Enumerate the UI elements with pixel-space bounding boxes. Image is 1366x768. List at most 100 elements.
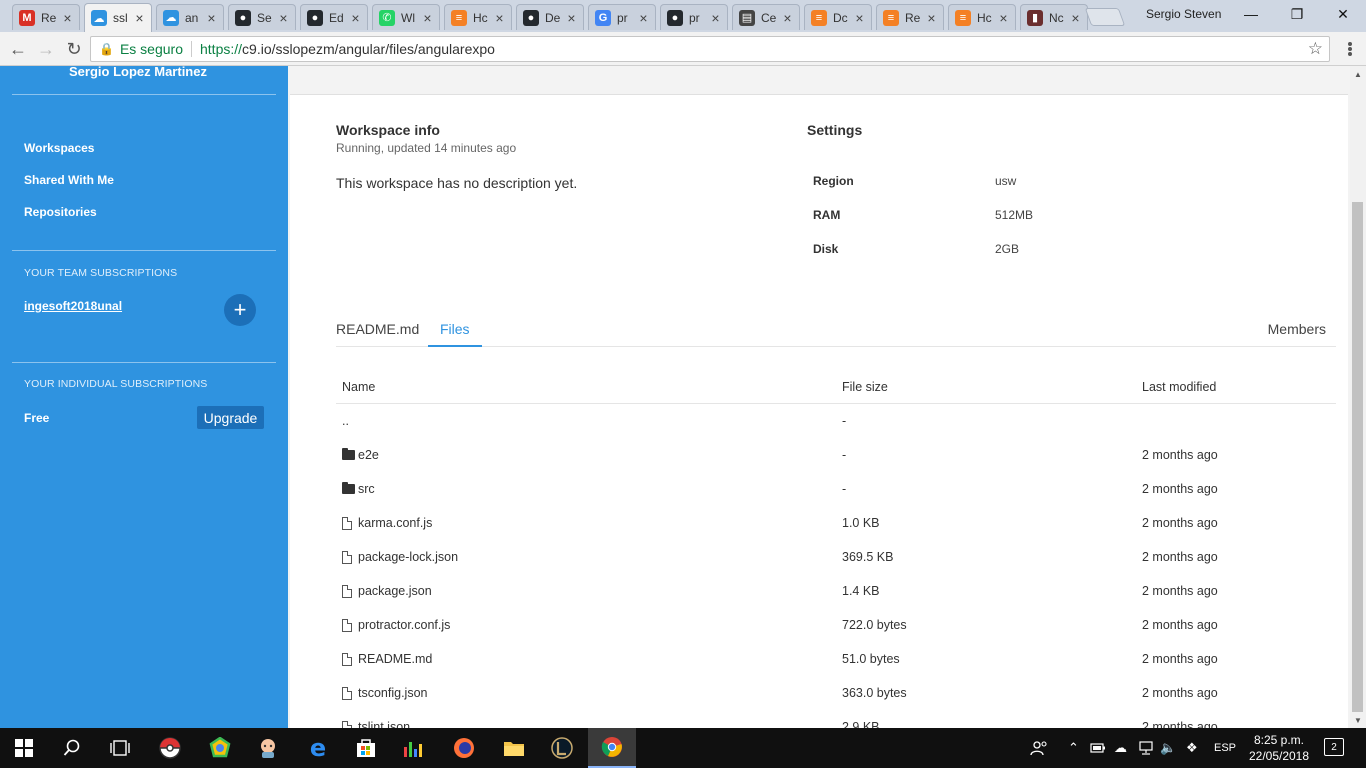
table-row[interactable]: package.json 1.4 KB 2 months ago — [336, 574, 1336, 608]
file-name-cell[interactable]: e2e — [342, 447, 379, 462]
tab-members[interactable]: Members — [1268, 321, 1326, 337]
bookmark-star-icon[interactable]: ☆ — [1308, 39, 1323, 59]
windows-start-icon[interactable] — [0, 728, 48, 768]
pokeball-app-icon[interactable] — [146, 728, 194, 768]
browser-tab[interactable]: ≡ Hc × — [444, 4, 512, 30]
league-of-legends-icon[interactable] — [538, 728, 586, 768]
sidebar-item-repositories[interactable]: Repositories — [24, 205, 97, 219]
team-link[interactable]: ingesoft2018unal — [24, 299, 122, 313]
file-link[interactable]: protractor.conf.js — [358, 618, 450, 632]
scrollbar-thumb[interactable] — [1352, 202, 1363, 712]
file-link[interactable]: package-lock.json — [358, 550, 458, 564]
file-name-cell[interactable]: karma.conf.js — [342, 516, 432, 530]
file-link[interactable]: src — [358, 482, 375, 496]
scroll-up-arrow-icon[interactable]: ▲ — [1350, 66, 1366, 82]
forward-icon[interactable]: → — [34, 37, 58, 61]
people-icon[interactable] — [1030, 728, 1048, 768]
browser-tab[interactable]: ● De × — [516, 4, 584, 30]
file-name-cell[interactable]: README.md — [342, 652, 432, 666]
browser-tab[interactable]: ▮ Nc × — [1020, 4, 1088, 30]
table-row[interactable]: tslint.json 2.9 KB 2 months ago — [336, 710, 1336, 728]
close-tab-icon[interactable]: × — [494, 10, 505, 26]
scroll-down-arrow-icon[interactable]: ▼ — [1350, 712, 1366, 728]
close-tab-icon[interactable]: × — [422, 10, 433, 26]
browser-tab[interactable]: ▤ Ce × — [732, 4, 800, 30]
table-row[interactable]: .. - — [336, 404, 1336, 438]
browser-tab[interactable]: ☁ an × — [156, 4, 224, 30]
table-row[interactable]: tsconfig.json 363.0 bytes 2 months ago — [336, 676, 1336, 710]
browser-tab[interactable]: ✆ Wl × — [372, 4, 440, 30]
input-language[interactable]: ESP — [1214, 728, 1236, 768]
system-clock[interactable]: 8:25 p.m. 22/05/2018 — [1246, 732, 1312, 764]
file-link[interactable]: e2e — [358, 448, 379, 462]
chrome-icon[interactable] — [588, 728, 636, 768]
close-tab-icon[interactable]: × — [854, 10, 865, 26]
color-wheel-app-icon[interactable] — [196, 728, 244, 768]
file-name-cell[interactable]: tsconfig.json — [342, 686, 427, 700]
browser-tab[interactable]: ≡ Dc × — [804, 4, 872, 30]
add-team-button[interactable]: + — [224, 294, 256, 326]
file-explorer-icon[interactable] — [490, 728, 538, 768]
browser-tab[interactable]: ● Ed × — [300, 4, 368, 30]
file-link[interactable]: README.md — [358, 652, 432, 666]
table-row[interactable]: package-lock.json 369.5 KB 2 months ago — [336, 540, 1336, 574]
column-header-name[interactable]: Name — [342, 380, 375, 394]
battery-icon[interactable] — [1090, 728, 1106, 768]
browser-tab[interactable]: ☁ ssl × — [84, 3, 152, 32]
browser-tab[interactable]: ≡ Re × — [876, 4, 944, 30]
edge-browser-icon[interactable]: e — [294, 728, 342, 768]
network-icon[interactable] — [1138, 728, 1154, 768]
equalizer-app-icon[interactable] — [390, 728, 438, 768]
close-tab-icon[interactable]: × — [1070, 10, 1081, 26]
file-link[interactable]: tsconfig.json — [358, 686, 427, 700]
new-tab-button[interactable] — [1084, 8, 1126, 26]
close-tab-icon[interactable]: × — [926, 10, 937, 26]
sidebar-item-workspaces[interactable]: Workspaces — [24, 141, 94, 155]
browser-tab[interactable]: ● pr × — [660, 4, 728, 30]
reload-icon[interactable]: ↻ — [62, 37, 86, 61]
action-center-icon[interactable]: 2 — [1324, 738, 1344, 756]
close-tab-icon[interactable]: × — [206, 10, 217, 26]
restore-icon[interactable]: ❐ — [1274, 0, 1320, 28]
close-tab-icon[interactable]: × — [710, 10, 721, 26]
close-tab-icon[interactable]: × — [134, 10, 145, 26]
file-link[interactable]: package.json — [358, 584, 432, 598]
table-row[interactable]: e2e - 2 months ago — [336, 438, 1336, 472]
store-icon[interactable] — [342, 728, 390, 768]
close-tab-icon[interactable]: × — [638, 10, 649, 26]
close-tab-icon[interactable]: × — [62, 10, 73, 26]
dropbox-icon[interactable]: ❖ — [1186, 728, 1198, 768]
file-name-cell[interactable]: .. — [342, 414, 349, 428]
file-name-cell[interactable]: protractor.conf.js — [342, 618, 450, 632]
tab-readme[interactable]: README.md — [336, 321, 419, 337]
file-name-cell[interactable]: src — [342, 481, 375, 496]
tab-files[interactable]: Files — [440, 321, 470, 337]
browser-tab[interactable]: ≡ Hc × — [948, 4, 1016, 30]
sidebar-item-shared-with-me[interactable]: Shared With Me — [24, 173, 114, 187]
browser-tab[interactable]: M Re × — [12, 4, 80, 30]
column-header-modified[interactable]: Last modified — [1142, 380, 1216, 394]
show-hidden-icons-icon[interactable]: ⌃ — [1068, 728, 1079, 768]
task-view-icon[interactable] — [96, 728, 144, 768]
close-tab-icon[interactable]: × — [278, 10, 289, 26]
file-name-cell[interactable]: package.json — [342, 584, 432, 598]
table-row[interactable]: src - 2 months ago — [336, 472, 1336, 506]
browser-tab[interactable]: ● Se × — [228, 4, 296, 30]
close-tab-icon[interactable]: × — [998, 10, 1009, 26]
volume-icon[interactable]: 🔈 — [1160, 728, 1176, 768]
close-tab-icon[interactable]: × — [782, 10, 793, 26]
file-link[interactable]: .. — [342, 414, 349, 428]
minimize-icon[interactable]: — — [1228, 0, 1274, 28]
column-header-size[interactable]: File size — [842, 380, 888, 394]
table-row[interactable]: protractor.conf.js 722.0 bytes 2 months ag… — [336, 608, 1336, 642]
browser-menu-icon[interactable] — [1340, 38, 1360, 60]
file-name-cell[interactable]: package-lock.json — [342, 550, 458, 564]
character-app-icon[interactable] — [244, 728, 292, 768]
back-icon[interactable]: ← — [6, 37, 30, 61]
search-icon[interactable] — [48, 728, 96, 768]
close-tab-icon[interactable]: × — [350, 10, 361, 26]
page-scrollbar[interactable]: ▲ ▼ — [1350, 66, 1366, 728]
table-row[interactable]: karma.conf.js 1.0 KB 2 months ago — [336, 506, 1336, 540]
file-link[interactable]: tslint.json — [358, 720, 410, 728]
onedrive-cloud-icon[interactable]: ☁ — [1114, 728, 1127, 768]
